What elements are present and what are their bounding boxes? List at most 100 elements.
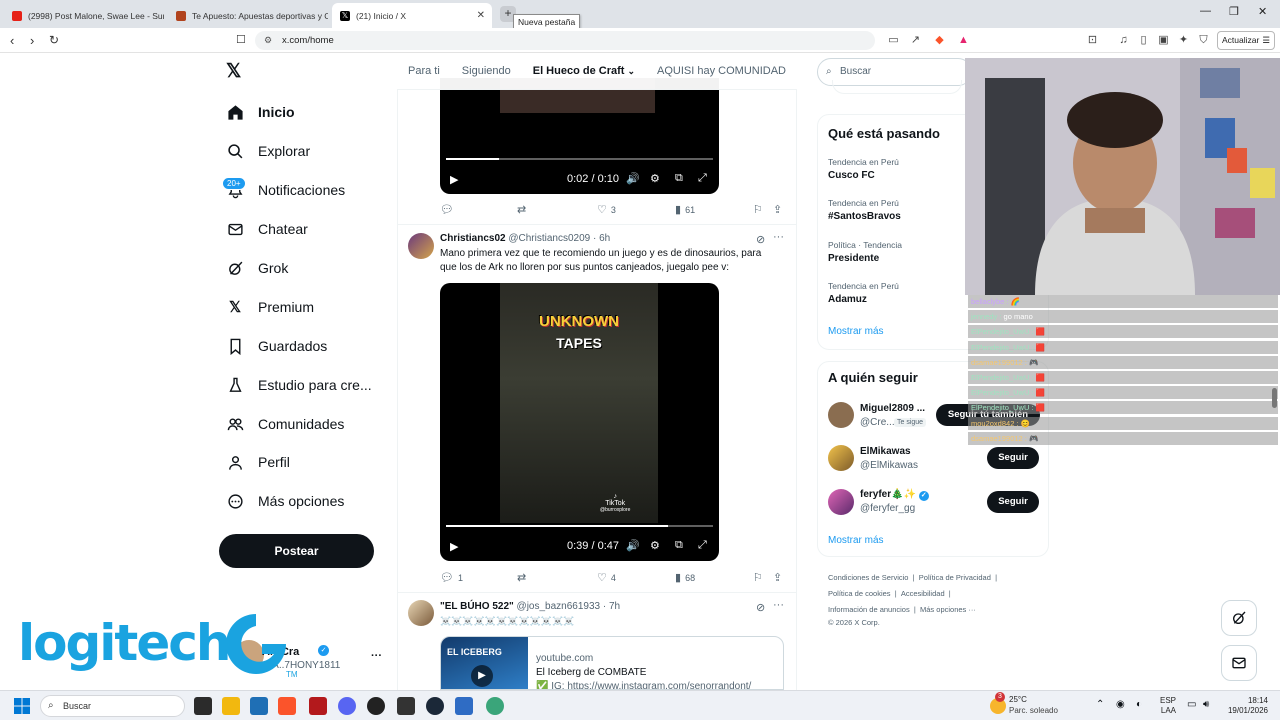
follow-name[interactable]: Miguel2809 ... <box>860 403 925 414</box>
maximize-icon[interactable]: ❐ <box>1229 5 1239 18</box>
share-icon[interactable]: ↗ <box>908 33 923 48</box>
pip-icon[interactable]: ⧉ <box>675 172 683 185</box>
post2-reply[interactable]: 💬︎ 1 <box>440 571 463 584</box>
post3-avatar[interactable] <box>408 600 434 626</box>
follow-avatar[interactable] <box>828 445 854 471</box>
post1-share[interactable]: ⇪ <box>773 203 782 216</box>
netflix-icon[interactable] <box>309 697 327 715</box>
nav-more[interactable]: Más opciones <box>226 488 344 514</box>
leo-ai-icon[interactable]: ✦ <box>1176 33 1191 48</box>
nav-bookmarks[interactable]: Guardados <box>226 333 327 359</box>
play-icon[interactable]: ▶ <box>450 173 458 186</box>
chevron-up-icon[interactable]: ⌃ <box>1096 699 1104 710</box>
post2-avatar[interactable] <box>408 233 434 259</box>
rewards-icon[interactable]: ▲ <box>956 33 971 48</box>
store-icon[interactable] <box>250 697 268 715</box>
grok-float-button[interactable] <box>1221 600 1257 636</box>
nav-grok[interactable]: Grok <box>226 255 288 281</box>
app-icon[interactable] <box>455 697 473 715</box>
wallet-icon[interactable]: ▣ <box>1156 33 1171 48</box>
brave-shield-icon[interactable]: ◆ <box>932 33 947 48</box>
music-icon[interactable]: ♫ <box>1116 33 1131 48</box>
trend-name[interactable]: #SantosBravos <box>828 211 901 222</box>
tab-x-home[interactable]: 𝕏 (21) Inicio / X ✕ <box>332 3 492 28</box>
settings-icon[interactable]: ⚙ <box>650 539 660 552</box>
post2-bookmark[interactable]: ⚐ <box>753 571 763 584</box>
tray-app-icon[interactable]: ◐ <box>1136 699 1142 710</box>
pip-icon[interactable]: ⧉ <box>675 539 683 552</box>
sidebar-icon[interactable]: ▯ <box>1136 33 1151 48</box>
more-options-icon[interactable]: ··· <box>773 231 784 243</box>
back-icon[interactable]: ‹ <box>10 33 14 48</box>
app-icon[interactable] <box>367 697 385 715</box>
post-button[interactable]: Postear <box>219 534 374 568</box>
tab-following[interactable]: Siguiendo <box>462 65 511 77</box>
tab-teapuesto[interactable]: Te Apuesto: Apuestas deportivas y C <box>168 3 328 28</box>
post1-like[interactable]: ♡ 3 <box>597 203 616 216</box>
post1-bookmark[interactable]: ⚐ <box>753 203 763 216</box>
forward-icon[interactable]: › <box>30 33 34 48</box>
footer-link[interactable]: Accesibilidad <box>901 589 945 598</box>
post2-repost[interactable]: ⇄ <box>517 571 526 584</box>
file-explorer-icon[interactable] <box>222 697 240 715</box>
post2-like[interactable]: ♡ 4 <box>597 571 616 584</box>
author-handle[interactable]: @Christiancs0209 <box>508 233 590 244</box>
discord-icon[interactable] <box>338 697 356 715</box>
close-window-icon[interactable]: ✕ <box>1258 5 1267 18</box>
nav-chat[interactable]: Chatear <box>226 216 308 242</box>
grok-post-icon[interactable]: ⊘ <box>756 233 765 246</box>
footer-link[interactable]: Política de Privacidad <box>919 573 991 582</box>
cast-icon[interactable]: ▭ <box>886 33 901 48</box>
footer-link[interactable]: Política de cookies <box>828 589 891 598</box>
nav-profile[interactable]: Perfil <box>226 449 290 475</box>
account-menu-icon[interactable]: ··· <box>371 650 382 662</box>
clock[interactable]: 18:14 19/01/2026 <box>1224 696 1268 716</box>
post1-repost[interactable]: ⇄ <box>517 203 526 216</box>
trend-name[interactable]: Adamuz <box>828 294 867 305</box>
author-handle[interactable]: @jos_bazn661933 <box>517 601 601 612</box>
fullscreen-icon[interactable]: ⤢ <box>698 539 707 552</box>
post2-video[interactable]: UNKNOWN TAPES ♪ TikTok @burroxplore ▶ 0:… <box>440 283 719 561</box>
volume-icon[interactable]: 🔊︎ <box>1203 699 1209 710</box>
site-info-icon[interactable]: ⚙ <box>264 31 272 50</box>
follow-name[interactable]: ElMikawas <box>860 446 911 457</box>
footer-link[interactable]: Más opciones ··· <box>920 605 976 614</box>
footer-link[interactable]: Información de anuncios <box>828 605 910 614</box>
task-view-icon[interactable] <box>194 697 212 715</box>
nav-premium[interactable]: 𝕏 Premium <box>226 294 314 320</box>
nav-creator-studio[interactable]: Estudio para cre... <box>226 372 372 398</box>
follow-button[interactable]: Seguir <box>987 447 1039 469</box>
nav-explore[interactable]: Explorar <box>226 138 310 164</box>
author-name[interactable]: "EL BÚHO 522" <box>440 601 514 612</box>
post-age[interactable]: · 6h <box>593 233 610 244</box>
trend-name[interactable]: Presidente <box>828 253 879 264</box>
windows-start-icon[interactable] <box>14 698 30 714</box>
tab-comunidad[interactable]: AQUISI hay COMUNIDAD <box>657 65 786 77</box>
bookmark-icon[interactable]: ☐ <box>236 33 246 46</box>
language-indicator[interactable]: ESP LAA <box>1160 696 1176 716</box>
video-progress-bar[interactable] <box>446 525 713 527</box>
app-icon[interactable] <box>486 697 504 715</box>
footer-link[interactable]: Condiciones de Servicio <box>828 573 908 582</box>
volume-icon[interactable]: 🔊 <box>626 539 640 552</box>
follow-avatar[interactable] <box>828 489 854 515</box>
brave-icon[interactable] <box>278 697 296 715</box>
post2-share[interactable]: ⇪ <box>773 571 782 584</box>
update-button[interactable]: Actualizar ☰ <box>1217 31 1275 50</box>
reload-icon[interactable]: ↻ <box>49 33 59 47</box>
post1-video[interactable]: ▶ 0:02 / 0:10 🔊 ⚙ ⧉ ⤢ <box>440 78 719 194</box>
follow-button[interactable]: Seguir <box>987 491 1039 513</box>
play-icon[interactable]: ▶ <box>450 540 458 553</box>
more-options-icon[interactable]: ··· <box>773 599 784 611</box>
post1-reply[interactable]: 💬︎ <box>440 203 454 216</box>
post3-link-card[interactable]: EL ICEBERG ▶ youtube.com El Iceberg de C… <box>440 636 784 690</box>
nav-home[interactable]: Inicio <box>226 99 295 125</box>
post1-views[interactable]: ▮ 61 <box>675 203 695 216</box>
capcut-icon[interactable] <box>397 697 415 715</box>
settings-icon[interactable]: ⚙ <box>650 172 660 185</box>
nav-communities[interactable]: Comunidades <box>226 411 344 437</box>
taskbar-search[interactable]: ⌕ Buscar <box>40 695 185 717</box>
post-age[interactable]: · 7h <box>603 601 620 612</box>
tab-for-you[interactable]: Para ti <box>408 65 440 77</box>
minimize-icon[interactable]: — <box>1200 5 1211 17</box>
